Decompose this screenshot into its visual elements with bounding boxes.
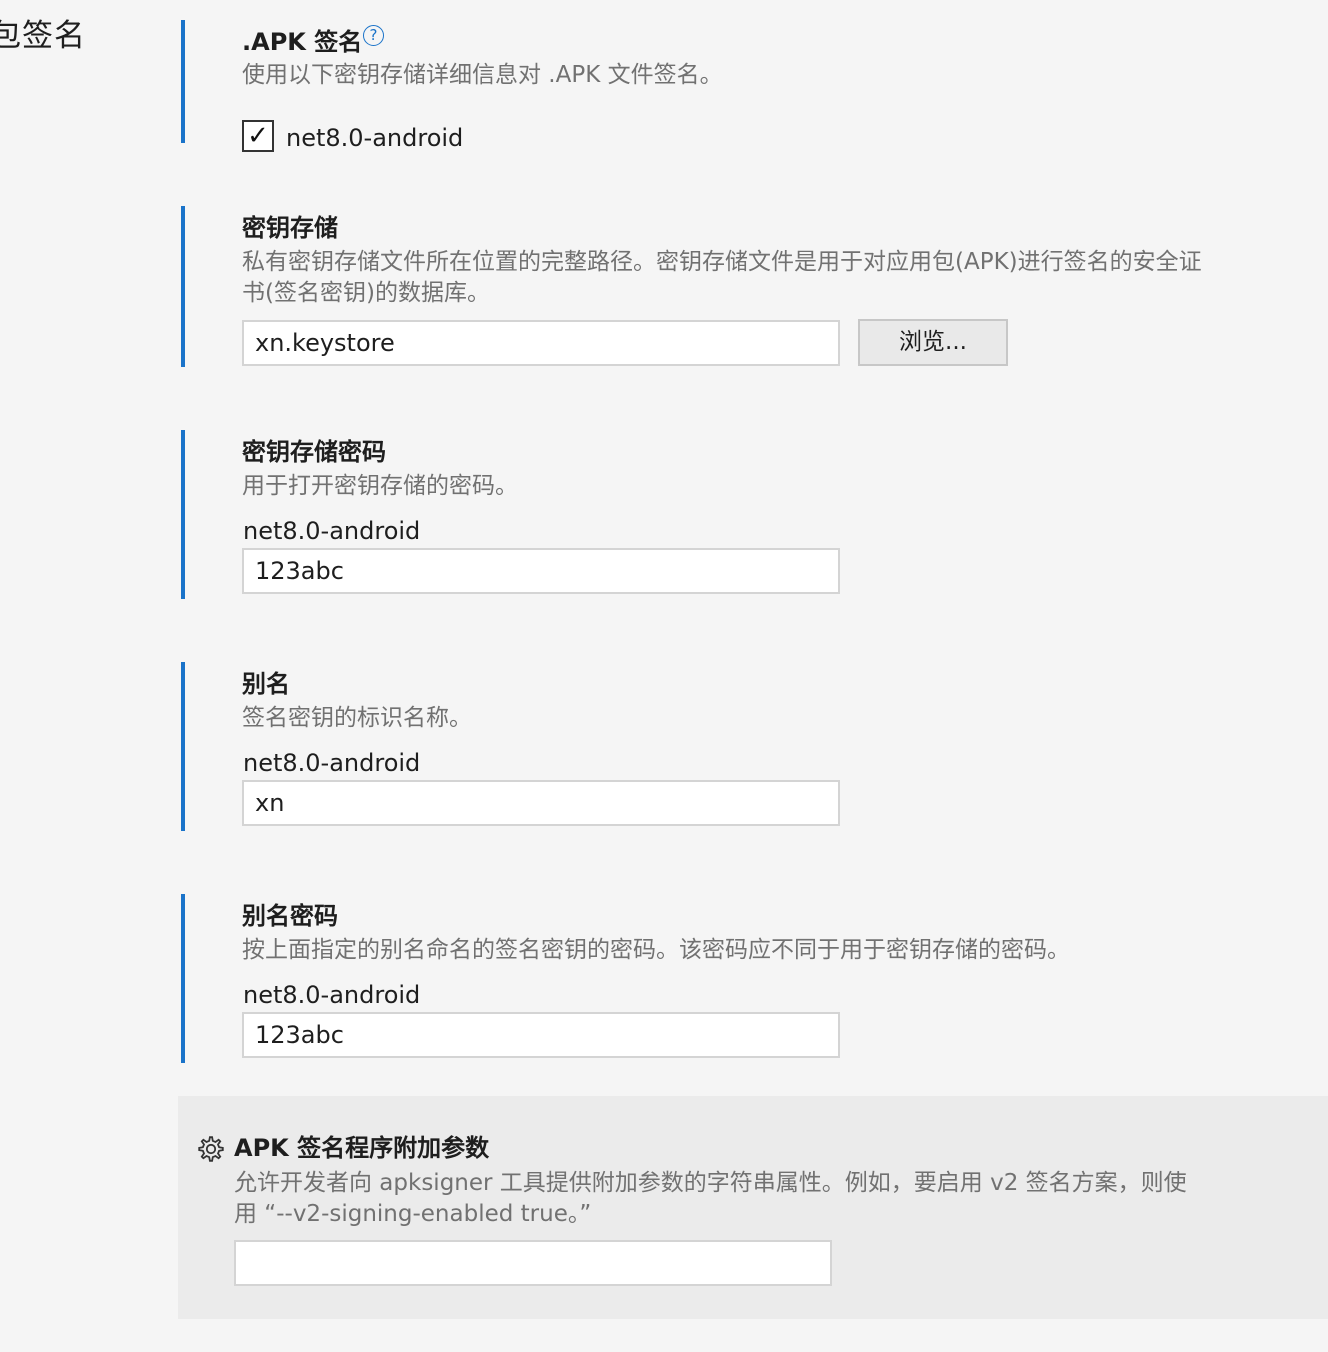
apksigner-args-title: APK 签名程序附加参数 — [234, 1134, 490, 1162]
alias-input[interactable]: xn — [242, 780, 840, 826]
alias-password-section: 别名密码 按上面指定的别名命名的签名密钥的密码。该密码应不同于用于密钥存储的密码… — [181, 894, 1321, 1063]
section-accent-bar — [181, 894, 185, 1063]
apksigner-args-description-line-2: 用 “--v2-signing-enabled true。” — [234, 1201, 592, 1227]
alias-description: 签名密钥的标识名称。 — [242, 705, 472, 731]
keystore-password-section: 密钥存储密码 用于打开密钥存储的密码。 net8.0-android 123ab… — [181, 430, 1321, 599]
alias-password-title: 别名密码 — [242, 902, 338, 930]
keystore-password-target-label: net8.0-android — [243, 517, 421, 545]
section-accent-bar — [181, 206, 185, 367]
apksigner-args-section: APK 签名程序附加参数 允许开发者向 apksigner 工具提供附加参数的字… — [178, 1096, 1328, 1319]
apk-signing-checkbox[interactable]: ✓ — [242, 120, 274, 152]
apksigner-args-input[interactable] — [234, 1240, 832, 1286]
alias-target-label: net8.0-android — [243, 749, 421, 777]
keystore-description-line-2: 书(签名密钥)的数据库。 — [242, 280, 490, 306]
alias-password-description: 按上面指定的别名命名的签名密钥的密码。该密码应不同于用于密钥存储的密码。 — [242, 937, 1070, 963]
apk-signing-title: .APK 签名 ? — [242, 22, 384, 57]
alias-title: 别名 — [242, 670, 290, 698]
help-icon[interactable]: ? — [363, 25, 384, 46]
apk-signing-description: 使用以下密钥存储详细信息对 .APK 文件签名。 — [242, 62, 723, 88]
keystore-password-description: 用于打开密钥存储的密码。 — [242, 473, 518, 499]
alias-password-target-label: net8.0-android — [243, 981, 421, 1009]
keystore-title: 密钥存储 — [242, 214, 338, 242]
apksigner-args-description-line-1: 允许开发者向 apksigner 工具提供附加参数的字符串属性。例如，要启用 v… — [234, 1170, 1187, 1196]
alias-section: 别名 签名密钥的标识名称。 net8.0-android xn — [181, 662, 1321, 831]
apk-signing-checkbox-label[interactable]: net8.0-android — [286, 124, 463, 152]
section-accent-bar — [181, 20, 185, 143]
page-heading: 包签名 — [0, 18, 86, 54]
keystore-description-line-1: 私有密钥存储文件所在位置的完整路径。密钥存储文件是用于对应用包(APK)进行签名… — [242, 249, 1202, 275]
browse-button[interactable]: 浏览... — [858, 319, 1008, 366]
keystore-password-input[interactable]: 123abc — [242, 548, 840, 594]
keystore-password-title: 密钥存储密码 — [242, 438, 386, 466]
apk-signing-section: .APK 签名 ? 使用以下密钥存储详细信息对 .APK 文件签名。 ✓ net… — [181, 20, 1321, 152]
apk-signing-title-text: .APK 签名 — [242, 28, 363, 56]
section-accent-bar — [181, 662, 185, 831]
section-accent-bar — [181, 430, 185, 599]
keystore-section: 密钥存储 私有密钥存储文件所在位置的完整路径。密钥存储文件是用于对应用包(APK… — [181, 206, 1321, 367]
gear-icon — [198, 1136, 224, 1162]
alias-password-input[interactable]: 123abc — [242, 1012, 840, 1058]
keystore-path-input[interactable]: xn.keystore — [242, 320, 840, 366]
